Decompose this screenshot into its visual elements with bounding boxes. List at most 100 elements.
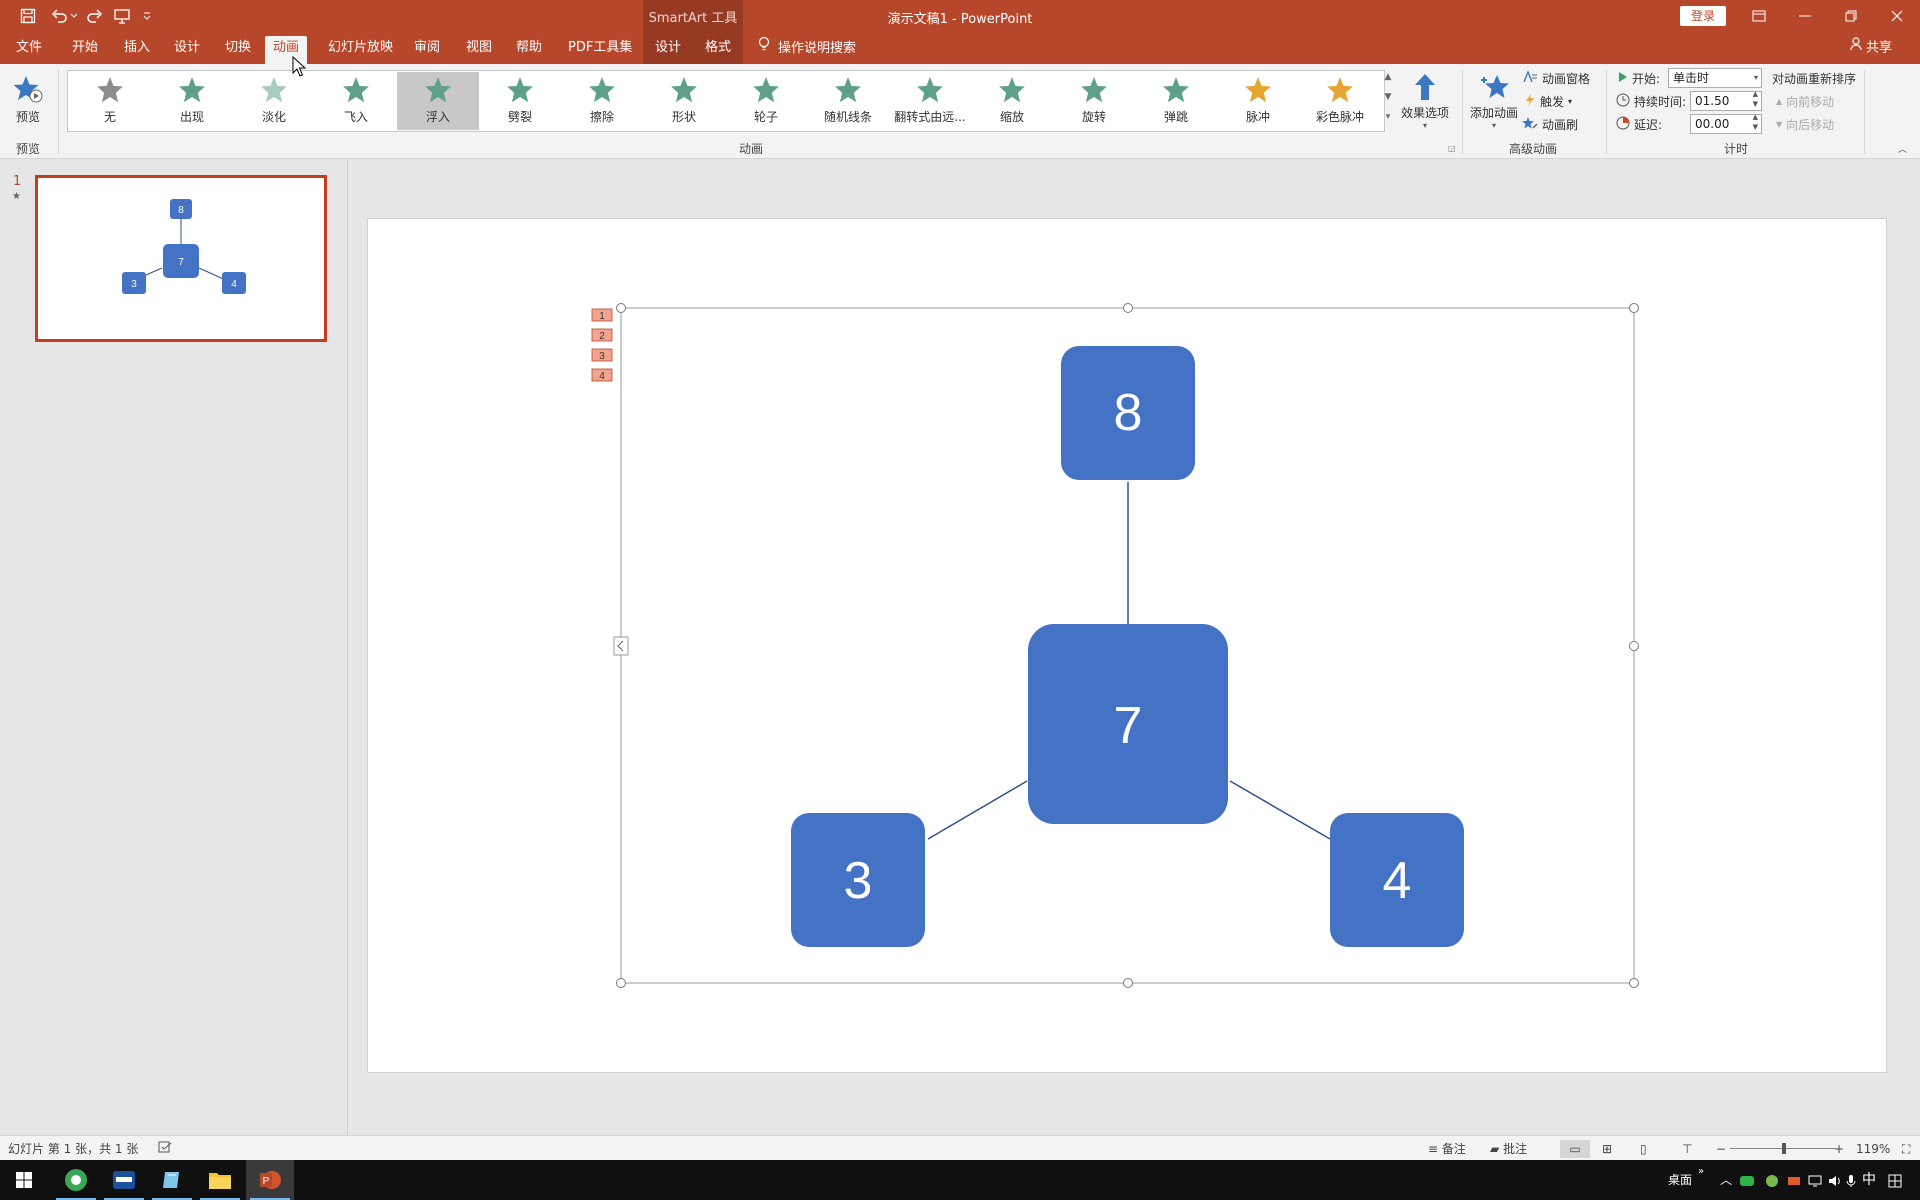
animation-effect-0[interactable]: 无 xyxy=(69,72,151,130)
accessibility-icon[interactable] xyxy=(158,1140,172,1158)
animation-effect-4[interactable]: 浮入 xyxy=(397,72,479,130)
animation-effect-label: 劈裂 xyxy=(507,110,532,124)
slide-canvas[interactable]: 1 2 3 4 8 7 3 4 xyxy=(367,218,1887,1073)
animation-dialog-launcher-icon[interactable]: ◲ xyxy=(1448,144,1456,153)
trigger-button[interactable]: 触发 ▾ xyxy=(1524,91,1572,111)
tool-tray-icon[interactable] xyxy=(1788,1160,1800,1200)
start-dropdown[interactable]: 单击时 ▾ xyxy=(1668,68,1762,88)
move-later-button[interactable]: ▼ 向后移动 xyxy=(1776,114,1834,134)
tab-smartart-design[interactable]: 设计 xyxy=(643,32,693,64)
start-from-beginning-icon[interactable] xyxy=(110,6,134,26)
tell-me-search[interactable]: 操作说明搜索 xyxy=(758,36,856,60)
zoom-out-icon[interactable]: − xyxy=(1716,1140,1726,1158)
windows-start-icon[interactable] xyxy=(0,1160,48,1200)
animation-effect-label: 脉冲 xyxy=(1245,110,1270,124)
spinner-icon[interactable]: ▲ ▼ xyxy=(1753,112,1758,132)
zoom-slider[interactable] xyxy=(1730,1143,1836,1154)
fit-to-window-icon[interactable]: ⛶ xyxy=(1902,1140,1910,1158)
delay-input[interactable]: 00.00 ▲ ▼ xyxy=(1690,112,1762,134)
recorder-app-icon[interactable] xyxy=(100,1160,148,1200)
add-animation-button[interactable]: 添加动画 ▾ xyxy=(1466,70,1522,134)
tab-file[interactable]: 文件 xyxy=(8,36,50,60)
tab-slideshow[interactable]: 幻灯片放映 xyxy=(320,36,401,60)
file-explorer-icon[interactable] xyxy=(196,1160,244,1200)
animation-effect-3[interactable]: 飞入 xyxy=(315,72,397,130)
start-value: 单击时 xyxy=(1673,71,1710,85)
ime-indicator[interactable]: 中 xyxy=(1862,1160,1876,1200)
effect-options-button[interactable]: 效果选项 ▾ xyxy=(1398,70,1452,134)
slide-sorter-icon[interactable]: ⊞ xyxy=(1602,1140,1612,1158)
animation-effect-12[interactable]: 旋转 xyxy=(1053,72,1135,130)
login-button[interactable]: 登录 xyxy=(1680,6,1726,26)
ime-mode-icon[interactable] xyxy=(1888,1160,1902,1200)
gallery-more-icon[interactable]: ▾ xyxy=(1381,112,1395,132)
tab-home[interactable]: 开始 xyxy=(64,36,106,60)
animation-effect-8[interactable]: 轮子 xyxy=(725,72,807,130)
customize-qat-icon[interactable] xyxy=(140,6,154,26)
powerpoint-app-icon[interactable]: P xyxy=(246,1160,294,1200)
zoom-slider-thumb[interactable] xyxy=(1782,1143,1786,1154)
minimize-icon[interactable] xyxy=(1782,0,1828,32)
slideshow-view-icon[interactable]: ⊤ xyxy=(1682,1140,1692,1158)
animation-effect-1[interactable]: 出现 xyxy=(151,72,233,130)
preview-button[interactable]: 预览 xyxy=(6,70,50,134)
animation-pane-button[interactable]: 动画窗格 xyxy=(1522,68,1590,88)
app-tray-icon[interactable] xyxy=(1766,1160,1778,1200)
animation-tag-2[interactable]: 2 xyxy=(599,331,605,342)
text-pane-toggle-icon[interactable] xyxy=(613,636,629,656)
zoom-level[interactable]: 119% xyxy=(1856,1140,1890,1158)
save-icon[interactable] xyxy=(16,6,40,26)
collapse-ribbon-icon[interactable]: ︿ xyxy=(1898,142,1907,155)
spinner-icon[interactable]: ▲ ▼ xyxy=(1753,89,1758,109)
animation-tag-4[interactable]: 4 xyxy=(599,371,605,382)
animation-effect-15[interactable]: 彩色脉冲 xyxy=(1299,72,1381,130)
comments-button[interactable]: ▰ 批注 xyxy=(1490,1140,1527,1158)
animation-effect-10[interactable]: 翻转式由远... xyxy=(889,72,971,130)
share-button[interactable]: 共享 xyxy=(1850,36,1892,60)
smartart-tools-label: SmartArt 工具 xyxy=(643,0,743,32)
gallery-scroll-up-icon[interactable]: ▲ xyxy=(1381,72,1395,92)
animation-tag-3[interactable]: 3 xyxy=(599,351,605,362)
animation-effect-6[interactable]: 擦除 xyxy=(561,72,643,130)
animation-tag-1[interactable]: 1 xyxy=(599,311,605,322)
close-icon[interactable] xyxy=(1874,0,1920,32)
zoom-in-icon[interactable]: + xyxy=(1834,1140,1844,1158)
tab-view[interactable]: 视图 xyxy=(458,36,500,60)
desktop-toolbar-chevron-icon[interactable]: » xyxy=(1698,1152,1704,1192)
tab-help[interactable]: 帮助 xyxy=(508,36,550,60)
animation-effect-13[interactable]: 弹跳 xyxy=(1135,72,1217,130)
notebook-app-icon[interactable] xyxy=(148,1160,196,1200)
restore-icon[interactable] xyxy=(1828,0,1874,32)
redo-icon[interactable] xyxy=(82,6,106,26)
animation-effect-5[interactable]: 劈裂 xyxy=(479,72,561,130)
microphone-icon[interactable] xyxy=(1846,1160,1856,1200)
tab-review[interactable]: 审阅 xyxy=(406,36,448,60)
duration-input[interactable]: 01.50 ▲ ▼ xyxy=(1690,89,1762,111)
undo-dropdown-icon[interactable] xyxy=(68,6,80,26)
tray-overflow-icon[interactable]: ︿ xyxy=(1720,1160,1732,1200)
windows-taskbar: P 桌面 » ︿ 中 xyxy=(0,1160,1920,1200)
slide-thumbnail[interactable]: 8 7 3 4 xyxy=(35,175,327,342)
reading-view-icon[interactable]: ▯ xyxy=(1640,1140,1647,1158)
wechat-tray-icon[interactable] xyxy=(1740,1160,1754,1200)
browser-app-icon[interactable] xyxy=(52,1160,100,1200)
tab-design[interactable]: 设计 xyxy=(166,36,208,60)
tab-insert[interactable]: 插入 xyxy=(116,36,158,60)
animation-effect-11[interactable]: 缩放 xyxy=(971,72,1053,130)
normal-view-icon[interactable]: ▭ xyxy=(1560,1140,1590,1158)
tab-pdf-tools[interactable]: PDF工具集 xyxy=(560,36,640,60)
animation-effect-9[interactable]: 随机线条 xyxy=(807,72,889,130)
volume-icon[interactable] xyxy=(1828,1160,1842,1200)
tab-transitions[interactable]: 切换 xyxy=(217,36,259,60)
gallery-scroll-down-icon[interactable]: ▼ xyxy=(1381,92,1395,112)
network-icon[interactable] xyxy=(1808,1160,1822,1200)
group-divider xyxy=(1864,70,1865,154)
move-earlier-button[interactable]: ▲ 向前移动 xyxy=(1776,91,1834,111)
animation-painter-button[interactable]: 动画刷 xyxy=(1522,114,1578,134)
animation-effect-7[interactable]: 形状 xyxy=(643,72,725,130)
animation-effect-14[interactable]: 脉冲 xyxy=(1217,72,1299,130)
notes-button[interactable]: ≡ 备注 xyxy=(1428,1140,1466,1158)
desktop-label[interactable]: 桌面 xyxy=(1668,1160,1692,1200)
ribbon-display-options-icon[interactable] xyxy=(1736,0,1782,32)
tab-smartart-format[interactable]: 格式 xyxy=(693,32,743,64)
